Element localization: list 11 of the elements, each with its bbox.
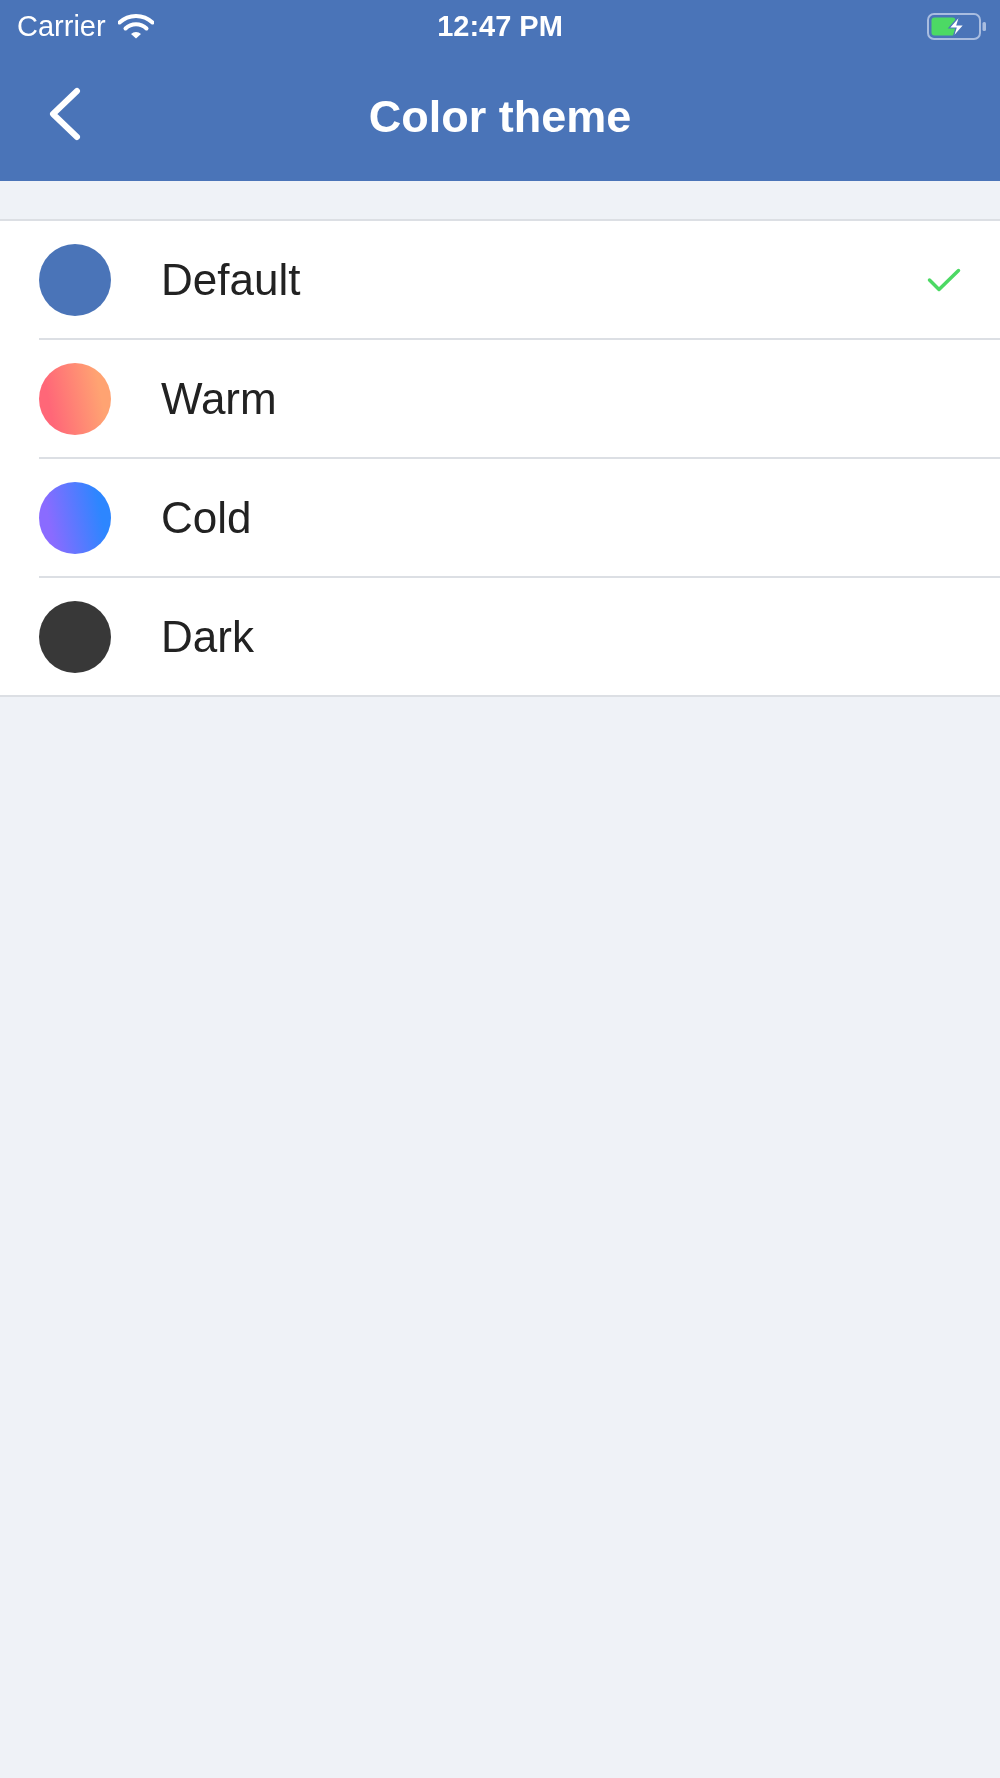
clock-time: 12:47 PM	[437, 9, 563, 43]
wifi-icon	[117, 13, 154, 39]
battery-charging-icon	[927, 12, 987, 40]
theme-name: Warm	[161, 372, 278, 425]
back-chevron-icon	[47, 87, 81, 141]
screen-title: Color theme	[368, 90, 632, 143]
theme-name: Default	[161, 253, 302, 306]
checkmark-icon	[927, 266, 961, 293]
carrier-name: Carrier	[17, 9, 106, 43]
theme-name: Cold	[161, 491, 253, 544]
theme-name: Dark	[161, 610, 255, 663]
